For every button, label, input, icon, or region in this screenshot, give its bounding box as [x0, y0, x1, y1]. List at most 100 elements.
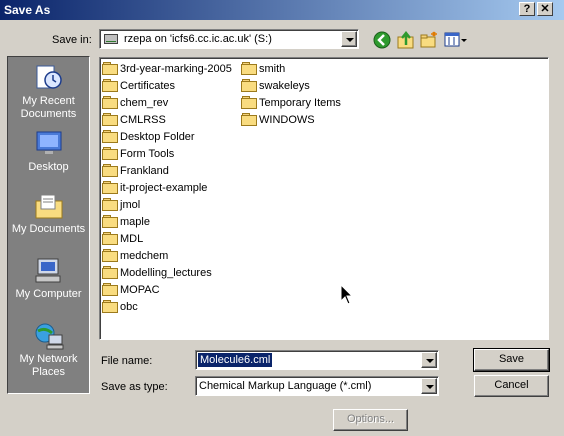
- folder-icon: [241, 96, 257, 109]
- save-in-label: Save in:: [52, 34, 92, 46]
- cancel-button[interactable]: Cancel: [474, 375, 549, 397]
- options-button[interactable]: Options...: [333, 409, 408, 431]
- folder-icon: [102, 266, 118, 279]
- place-label: My Documents: [11, 223, 86, 235]
- folder-icon: [102, 147, 118, 160]
- folder-icon: [102, 181, 118, 194]
- folder-label: MDL: [120, 233, 144, 245]
- file-name-label: File name:: [101, 355, 153, 367]
- folder-icon: [102, 96, 118, 109]
- folder-item[interactable]: chem_rev: [102, 95, 168, 112]
- folder-icon: [102, 198, 118, 211]
- network-places-icon: [33, 321, 65, 351]
- folder-item[interactable]: Temporary Items: [241, 95, 341, 112]
- folder-label: Certificates: [120, 80, 176, 92]
- folder-icon: [102, 79, 118, 92]
- folder-label: jmol: [120, 199, 141, 211]
- folder-item[interactable]: obc: [102, 299, 138, 316]
- chevron-down-icon[interactable]: [341, 31, 357, 47]
- save-button[interactable]: Save: [473, 348, 550, 372]
- place-my-network-places[interactable]: My Network Places: [8, 321, 89, 379]
- drive-icon: [104, 34, 118, 44]
- folder-label: smith: [259, 63, 286, 75]
- folder-label: WINDOWS: [259, 114, 315, 126]
- views-menu-icon[interactable]: [444, 31, 468, 49]
- file-list[interactable]: 3rd-year-marking-2005 Certificates chem_re…: [99, 57, 549, 340]
- folder-item[interactable]: jmol: [102, 197, 140, 214]
- places-bar: My Recent Documents Desktop My Documents…: [7, 56, 90, 394]
- close-button[interactable]: ✕: [537, 2, 553, 16]
- folder-icon: [241, 62, 257, 75]
- chevron-down-icon[interactable]: [421, 352, 437, 368]
- save-in-value: rzepa on 'icfs6.cc.ic.ac.uk' (S:): [124, 33, 272, 45]
- folder-label: Temporary Items: [259, 97, 341, 109]
- window-title: Save As: [4, 3, 51, 17]
- folder-icon: [102, 113, 118, 126]
- file-name-input[interactable]: Molecule6.cml: [195, 350, 439, 370]
- folder-item[interactable]: Desktop Folder: [102, 129, 195, 146]
- folder-item[interactable]: it-project-example: [102, 180, 207, 197]
- place-my-recent-documents[interactable]: My Recent Documents: [8, 63, 89, 121]
- folder-item[interactable]: Certificates: [102, 78, 175, 95]
- folder-icon: [241, 113, 257, 126]
- place-label: My Recent Documents: [20, 95, 77, 120]
- folder-item[interactable]: WINDOWS: [241, 112, 315, 129]
- folder-item[interactable]: maple: [102, 214, 150, 231]
- folder-item[interactable]: Form Tools: [102, 146, 174, 163]
- folder-icon: [102, 130, 118, 143]
- place-label: My Computer: [15, 288, 82, 300]
- back-icon[interactable]: [373, 31, 391, 49]
- place-label: My Network Places: [19, 353, 78, 378]
- folder-item[interactable]: smith: [241, 61, 285, 78]
- folder-label: maple: [120, 216, 150, 228]
- folder-item[interactable]: Frankland: [102, 163, 169, 180]
- folder-label: obc: [120, 301, 138, 313]
- folder-label: Form Tools: [120, 148, 175, 160]
- folder-item[interactable]: medchem: [102, 248, 168, 265]
- up-folder-icon[interactable]: [397, 30, 415, 49]
- new-folder-icon[interactable]: [420, 31, 438, 49]
- folder-icon: [241, 79, 257, 92]
- folder-item[interactable]: Modelling_lectures: [102, 265, 212, 282]
- file-name-value: Molecule6.cml: [198, 353, 273, 367]
- folder-label: medchem: [120, 250, 169, 262]
- chevron-down-icon[interactable]: [421, 378, 437, 394]
- folder-item[interactable]: MDL: [102, 231, 143, 248]
- folder-item[interactable]: 3rd-year-marking-2005: [102, 61, 232, 78]
- folder-icon: [102, 283, 118, 296]
- folder-label: swakeleys: [259, 80, 310, 92]
- save-as-type-label: Save as type:: [101, 381, 168, 393]
- place-my-documents[interactable]: My Documents: [8, 191, 89, 236]
- place-label: Desktop: [28, 161, 69, 173]
- folder-icon: [102, 164, 118, 177]
- folder-label: MOPAC: [120, 284, 160, 296]
- place-desktop[interactable]: Desktop: [8, 129, 89, 174]
- folder-label: CMLRSS: [120, 114, 166, 126]
- place-my-computer[interactable]: My Computer: [8, 256, 89, 301]
- folder-label: Frankland: [120, 165, 169, 177]
- recent-documents-icon: [33, 63, 65, 93]
- save-as-type-value: Chemical Markup Language (*.cml): [199, 380, 372, 392]
- mouse-cursor-icon: [340, 283, 354, 309]
- folder-label: it-project-example: [120, 182, 208, 194]
- folder-label: 3rd-year-marking-2005: [120, 63, 232, 75]
- folder-label: Modelling_lectures: [120, 267, 212, 279]
- folder-label: Desktop Folder: [120, 131, 195, 143]
- folder-icon: [102, 62, 118, 75]
- folder-item[interactable]: CMLRSS: [102, 112, 166, 129]
- my-computer-icon: [33, 256, 65, 286]
- my-documents-icon: [33, 191, 65, 221]
- folder-icon: [102, 249, 118, 262]
- folder-icon: [102, 300, 118, 313]
- close-icon: ✕: [540, 3, 550, 15]
- help-button[interactable]: ?: [519, 2, 535, 16]
- folder-icon: [102, 232, 118, 245]
- save-in-dropdown[interactable]: rzepa on 'icfs6.cc.ic.ac.uk' (S:): [99, 29, 359, 49]
- desktop-icon: [33, 129, 65, 159]
- title-bar: Save As ? ✕: [0, 0, 564, 20]
- folder-item[interactable]: MOPAC: [102, 282, 160, 299]
- folder-item[interactable]: swakeleys: [241, 78, 310, 95]
- save-as-type-dropdown[interactable]: Chemical Markup Language (*.cml): [195, 376, 439, 396]
- folder-label: chem_rev: [120, 97, 169, 109]
- folder-icon: [102, 215, 118, 228]
